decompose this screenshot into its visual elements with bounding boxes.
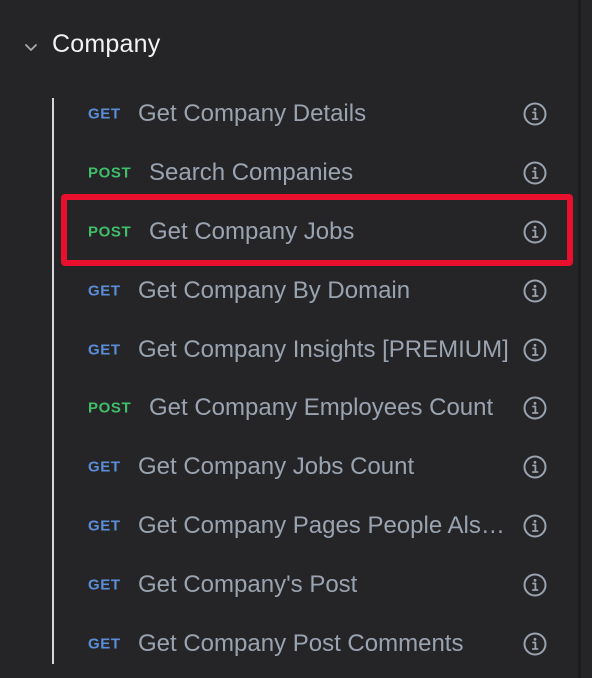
info-circle-icon[interactable] bbox=[522, 337, 548, 363]
endpoint-label: Get Company Insights [PREMIUM] bbox=[138, 336, 509, 363]
info-circle-icon[interactable] bbox=[522, 278, 548, 304]
endpoint-label: Search Companies bbox=[149, 159, 354, 186]
endpoint-item[interactable]: GET Get Company Pages People Also Viewed bbox=[64, 500, 564, 552]
endpoint-item[interactable]: GET Get Company Details bbox=[64, 88, 564, 140]
endpoint-item[interactable]: GET Get Company Insights [PREMIUM] bbox=[64, 324, 564, 376]
highlight-annotation-box bbox=[61, 194, 573, 266]
endpoint-item[interactable]: POST Search Companies bbox=[64, 147, 564, 199]
method-badge: GET bbox=[88, 635, 121, 653]
chevron-down-icon[interactable] bbox=[24, 40, 38, 54]
method-badge: GET bbox=[88, 458, 121, 476]
endpoint-item[interactable]: GET Get Company's Post bbox=[64, 559, 564, 611]
api-sidebar-panel: Company GET Get Company Details POST Sea… bbox=[0, 0, 592, 678]
endpoint-label: Get Company Employees Count bbox=[149, 394, 494, 421]
endpoint-label: Get Company Jobs Count bbox=[138, 453, 415, 480]
endpoint-label: Get Company Post Comments bbox=[138, 630, 464, 657]
tree-guide-line bbox=[52, 98, 54, 664]
method-badge: POST bbox=[88, 164, 132, 182]
endpoint-label: Get Company's Post bbox=[138, 571, 358, 598]
endpoint-item[interactable]: POST Get Company Employees Count bbox=[64, 382, 564, 434]
info-circle-icon[interactable] bbox=[522, 160, 548, 186]
info-circle-icon[interactable] bbox=[522, 513, 548, 539]
method-badge: GET bbox=[88, 517, 121, 535]
endpoint-label: Get Company Pages People Also Viewed bbox=[138, 512, 518, 539]
method-badge: GET bbox=[88, 576, 121, 594]
endpoint-item[interactable]: GET Get Company Post Comments bbox=[64, 618, 564, 670]
group-title: Company bbox=[52, 30, 161, 58]
endpoint-item[interactable]: GET Get Company By Domain bbox=[64, 265, 564, 317]
info-circle-icon[interactable] bbox=[522, 454, 548, 480]
method-badge: POST bbox=[88, 399, 132, 417]
endpoint-label: Get Company Details bbox=[138, 100, 367, 127]
info-circle-icon[interactable] bbox=[522, 101, 548, 127]
info-circle-icon[interactable] bbox=[522, 395, 548, 421]
method-badge: GET bbox=[88, 282, 121, 300]
method-badge: GET bbox=[88, 105, 121, 123]
method-badge: GET bbox=[88, 341, 121, 359]
group-header-company[interactable]: Company bbox=[0, 18, 560, 74]
endpoint-item[interactable]: GET Get Company Jobs Count bbox=[64, 441, 564, 493]
panel-divider bbox=[578, 0, 581, 678]
endpoint-label: Get Company By Domain bbox=[138, 277, 411, 304]
info-circle-icon[interactable] bbox=[522, 572, 548, 598]
info-circle-icon[interactable] bbox=[522, 631, 548, 657]
